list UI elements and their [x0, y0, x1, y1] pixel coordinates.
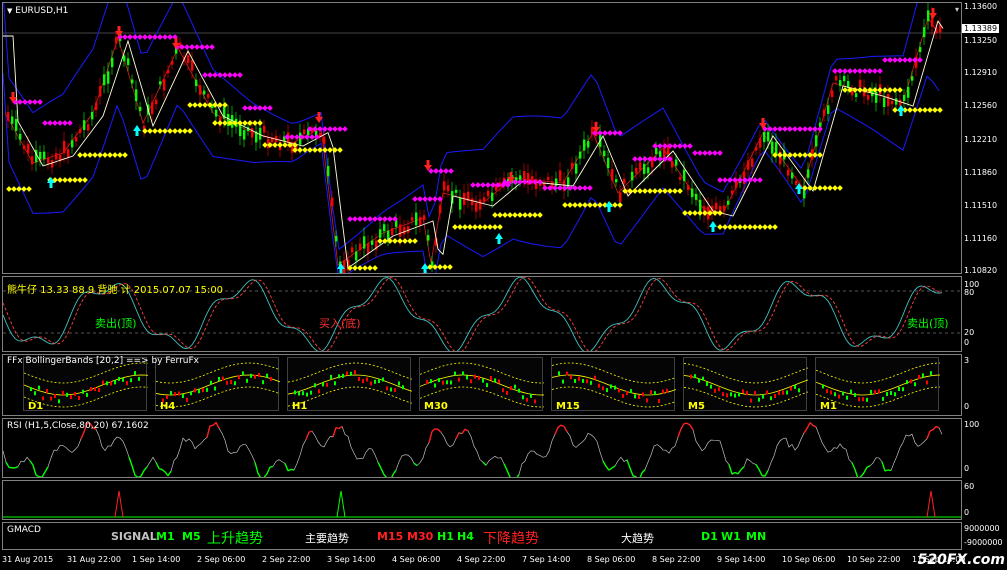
main-trend-label: 主要趋势 [305, 532, 349, 545]
signal-label: SIGNAL [111, 530, 157, 543]
bb-mini-m5: M5 [683, 357, 808, 412]
time-label: 2 Sep 22:00 [262, 555, 311, 564]
buy-bottom-label: 买入(底) [319, 317, 361, 330]
tf-m1: M1 [156, 530, 175, 543]
watermark: 520FX.com [917, 552, 1005, 568]
up-trend-label: 上升趋势 [207, 531, 263, 547]
tf-m30: M30 [407, 530, 434, 543]
bollinger-axis: 3 0 [964, 356, 970, 411]
spike-pane[interactable] [2, 480, 962, 520]
price-axis: 1.13600 1.12910 1.12560 1.12210 1.11860 … [962, 2, 1000, 275]
tf-m5: M5 [182, 530, 201, 543]
spike-axis: 60 0 [964, 482, 975, 517]
time-label: 10 Sep 06:00 [782, 555, 836, 564]
gmacd-title: GMACD [7, 525, 41, 535]
rsi-axis: 100 0 [964, 420, 980, 473]
rsi-title: RSI (H1,5,Close,80,20) 67.1602 [7, 421, 149, 431]
sell-top-label-2: 卖出(顶) [907, 317, 949, 330]
time-label: 4 Sep 06:00 [392, 555, 441, 564]
bb-tf-label: M30 [424, 401, 448, 412]
spike-canvas [3, 490, 961, 518]
time-label: 3 Sep 14:00 [327, 555, 376, 564]
gmacd-axis: 9000000 -9000000 [964, 524, 1003, 547]
tf-h4: H4 [457, 530, 474, 543]
bb-tf-label: H1 [292, 401, 308, 412]
gmacd-pane[interactable]: GMACD SIGNAL M1 M5 上升趋势 主要趋势 M15 M30 H1 … [2, 522, 962, 550]
current-price-tag: 1.13389 [962, 24, 1000, 33]
bollinger-pane[interactable]: FFx BollingerBands [20,2] ==> by FerruFx… [2, 354, 962, 416]
tf-m15: M15 [377, 530, 404, 543]
tf-mn: MN [746, 530, 767, 543]
big-trend-label: 大趋势 [621, 532, 654, 545]
bollinger-title: FFx BollingerBands [20,2] ==> by FerruFx [7, 356, 200, 366]
oscillator-title: 熊牛仔 13.33 88.9 背驰 计 2015.07.07 15:00 [7, 285, 224, 296]
bb-tf-label: M15 [556, 401, 580, 412]
main-chart-canvas [3, 3, 961, 273]
time-label: 31 Aug 2015 [2, 555, 54, 564]
time-label: 1 Sep 14:00 [132, 555, 181, 564]
tf-h1: H1 [437, 530, 454, 543]
bb-mini-m30: M30 [419, 357, 544, 412]
chart-title: ▼ EURUSD,H1 [7, 6, 68, 16]
bb-tf-label: M1 [820, 401, 837, 412]
time-label: 8 Sep 06:00 [587, 555, 636, 564]
time-label: 9 Sep 14:00 [717, 555, 766, 564]
bb-tf-label: D1 [28, 401, 44, 412]
rsi-pane[interactable]: RSI (H1,5,Close,80,20) 67.1602 [2, 418, 962, 478]
tf-w1: W1 [721, 530, 741, 543]
bb-tf-label: H4 [160, 401, 176, 412]
time-label: 31 Aug 22:00 [67, 555, 121, 564]
time-axis: 31 Aug 2015 31 Aug 22:00 1 Sep 14:00 2 Sep … [0, 552, 965, 570]
down-trend-label: 下降趋势 [483, 531, 539, 547]
oscillator-axis: 100 80 20 0 [964, 280, 980, 347]
sell-top-label: 卖出(顶) [95, 317, 137, 330]
bb-mini-m15: M15 [551, 357, 676, 412]
tf-d1: D1 [701, 530, 718, 543]
main-chart-pane[interactable]: ▼ EURUSD,H1 ▾ [2, 2, 962, 274]
time-label: 7 Sep 14:00 [522, 555, 571, 564]
symbol-label: EURUSD,H1 [15, 6, 69, 16]
bb-mini-h1: H1 [287, 357, 412, 412]
dropdown-icon[interactable]: ▼ [7, 7, 12, 15]
time-label: 4 Sep 22:00 [457, 555, 506, 564]
time-label: 8 Sep 22:00 [652, 555, 701, 564]
oscillator-pane[interactable]: 熊牛仔 13.33 88.9 背驰 计 2015.07.07 15:00 卖出(… [2, 276, 962, 352]
pane-menu-icon[interactable]: ▾ [955, 5, 959, 14]
time-label: 2 Sep 06:00 [197, 555, 246, 564]
bb-mini-m1: M1 [815, 357, 940, 412]
time-label: 10 Sep 22:00 [847, 555, 901, 564]
bb-tf-label: M5 [688, 401, 705, 412]
